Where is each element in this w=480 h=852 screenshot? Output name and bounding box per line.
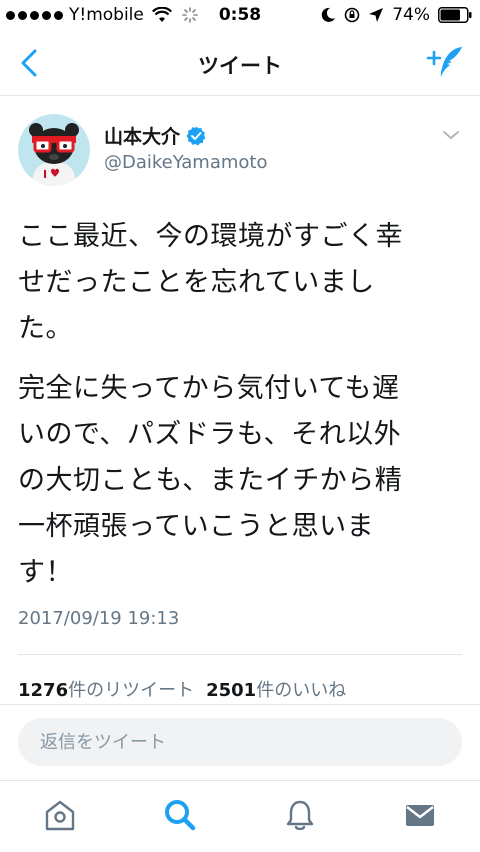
verified-badge-icon xyxy=(186,126,206,145)
bear-mascot-avatar-icon: I xyxy=(18,114,90,186)
retweet-stat[interactable]: 1276件のリツイート xyxy=(18,676,194,702)
tweet-paragraph: 完全に失ってから気付いても遅 いので、パズドラも、それ以外 の大切ことも、またイ… xyxy=(18,373,403,588)
tab-search[interactable] xyxy=(160,795,200,835)
status-bar: Y!mobile 0:58 74% xyxy=(0,0,480,32)
svg-text:I: I xyxy=(43,168,47,181)
user-handle[interactable]: @DaikeYamamoto xyxy=(104,152,267,173)
page-title: ツイート xyxy=(198,54,282,78)
reply-box[interactable] xyxy=(18,718,462,766)
moon-icon xyxy=(321,7,336,22)
like-stat[interactable]: 2501件のいいね xyxy=(206,676,346,702)
tab-notifications[interactable] xyxy=(280,795,320,835)
avatar[interactable]: I xyxy=(18,114,90,186)
battery-icon xyxy=(438,7,472,23)
tweet-options-button[interactable] xyxy=(440,124,462,146)
tweet-stats: 1276件のリツイート 2501件のいいね xyxy=(18,676,346,702)
rotation-lock-icon xyxy=(344,7,360,23)
tweet-timestamp: 2017/09/19 19:13 xyxy=(18,608,180,629)
tweet-paragraph: ここ最近、今の環境がすごく幸 せだったことを忘れていまし た。 xyxy=(18,221,403,344)
user-name[interactable]: 山本大介 xyxy=(104,122,180,149)
compose-tweet-icon xyxy=(426,47,462,77)
tweet-text: ここ最近、今の環境がすごく幸 せだったことを忘れていまし た。 完全に失ってから… xyxy=(18,214,468,610)
battery-percent: 74% xyxy=(392,5,430,25)
retweet-label: 件のリツイート xyxy=(68,680,195,701)
like-count: 2501 xyxy=(206,680,257,701)
nav-bar: ツイート xyxy=(0,32,480,96)
divider xyxy=(0,704,480,705)
messages-icon xyxy=(406,805,434,826)
retweet-count: 1276 xyxy=(18,680,69,701)
like-label: 件のいいね xyxy=(256,680,347,701)
tweet-header: I 山本大介 @DaikeYamamoto xyxy=(0,110,480,190)
tab-bar xyxy=(0,780,480,852)
search-icon xyxy=(165,800,196,831)
notifications-icon xyxy=(286,800,314,831)
tab-home[interactable] xyxy=(40,795,80,835)
home-icon xyxy=(45,800,75,831)
divider xyxy=(18,654,462,655)
location-icon xyxy=(369,8,384,22)
compose-tweet-button[interactable] xyxy=(426,44,466,80)
tab-messages[interactable] xyxy=(400,795,440,835)
reply-input[interactable] xyxy=(18,718,462,766)
chevron-down-icon xyxy=(443,131,459,139)
